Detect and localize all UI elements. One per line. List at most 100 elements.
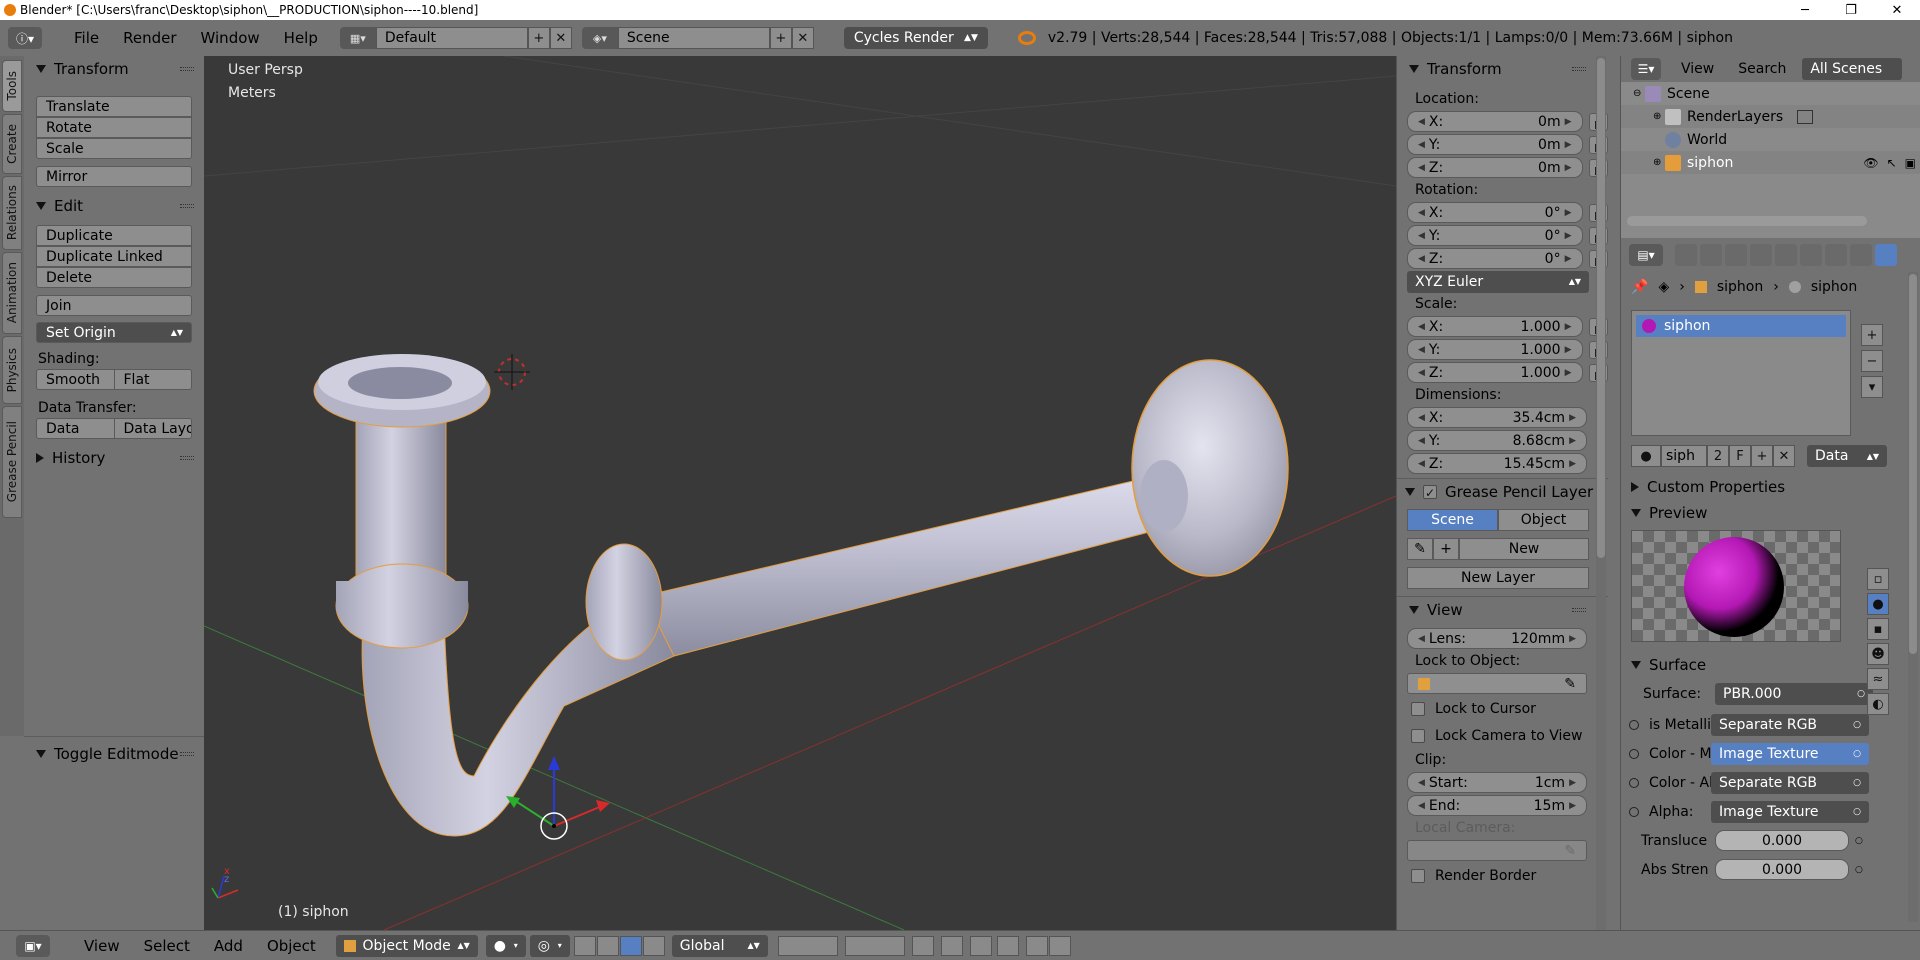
surface-panel-header[interactable]: Surface xyxy=(1621,652,1920,678)
edit-panel-header[interactable]: Edit xyxy=(24,193,204,219)
expand-socket-icon[interactable] xyxy=(1629,777,1639,788)
lock-camera-checkbox[interactable] xyxy=(1411,728,1425,743)
object-source-button[interactable]: Object xyxy=(1498,509,1589,531)
location-x-field[interactable]: ◀ X: 0m ▶ xyxy=(1407,111,1583,132)
pin-icon[interactable]: 📌 xyxy=(1631,279,1648,295)
world-tab-icon[interactable] xyxy=(1750,244,1772,266)
outliner-item-world[interactable]: World xyxy=(1621,128,1920,151)
scale-x-field[interactable]: ◀ X: 1.000 ▶ xyxy=(1407,316,1583,337)
lock-object-field[interactable]: ✎ xyxy=(1407,673,1587,694)
3d-cursor-icon[interactable] xyxy=(494,354,530,390)
fake-user-button[interactable]: F xyxy=(1729,445,1751,467)
clip-end-field[interactable]: ◀ End: 15m ▶ xyxy=(1407,795,1587,816)
preview-cube-icon[interactable]: ▪ xyxy=(1867,618,1889,640)
drag-grip-icon[interactable] xyxy=(180,752,194,756)
maximize-button[interactable]: ❐ xyxy=(1828,0,1874,20)
opengl-render-image-icon[interactable] xyxy=(1025,935,1048,956)
duplicate-linked-button[interactable]: Duplicate Linked xyxy=(36,246,192,267)
material-name-field[interactable]: siph xyxy=(1661,445,1707,467)
drag-grip-icon[interactable] xyxy=(1572,608,1586,612)
add-scene-button[interactable]: + xyxy=(769,27,792,49)
input-abs-strength-field[interactable]: 0.000 xyxy=(1715,859,1849,880)
input-color-ma-link[interactable]: Image Texture ○ xyxy=(1711,742,1869,765)
preview-world-icon[interactable]: ◐ xyxy=(1867,693,1889,715)
npanel-transform-header[interactable]: Transform xyxy=(1397,56,1608,82)
proportional-editing-icon[interactable] xyxy=(940,935,963,956)
location-z-field[interactable]: ◀ Z: 0m ▶ xyxy=(1407,157,1583,178)
input-metallic-link[interactable]: Separate RGB ○ xyxy=(1711,713,1869,736)
lens-field[interactable]: ◀ Lens: 120mm ▶ xyxy=(1407,628,1587,649)
render-layer-toggle-icon[interactable] xyxy=(1797,109,1814,124)
preview-header[interactable]: Preview xyxy=(1621,500,1920,526)
flat-button[interactable]: Flat xyxy=(115,370,192,389)
editor-type-3dview-icon[interactable]: ▣▾ xyxy=(16,934,50,957)
render-border-checkbox[interactable] xyxy=(1411,868,1425,883)
constraints-tab-icon[interactable] xyxy=(1800,244,1822,266)
expand-socket-icon[interactable] xyxy=(1629,748,1639,759)
unlink-material-button[interactable]: ✕ xyxy=(1773,445,1795,467)
3d-viewport[interactable]: User Persp Meters x z (1) siphon xyxy=(204,56,1396,930)
input-alpha-link[interactable]: Image Texture ○ xyxy=(1711,800,1869,823)
dimensions-z-field[interactable]: ◀ Z: 15.45cm ▶ xyxy=(1407,453,1587,474)
bottom-menu-object[interactable]: Object xyxy=(255,937,328,955)
material-tab-icon[interactable] xyxy=(1875,244,1897,266)
expand-icon[interactable]: ⊕ xyxy=(1653,157,1665,168)
transform-orientation-dropdown[interactable]: Global ▲▼ xyxy=(671,934,768,957)
selectable-arrow-icon[interactable]: ↖ xyxy=(1887,156,1897,170)
history-panel-header[interactable]: History xyxy=(24,445,204,471)
input-translucency-field[interactable]: 0.000 xyxy=(1715,830,1849,851)
render-tab-icon[interactable] xyxy=(1675,244,1697,266)
grease-pencil-enabled-checkbox[interactable] xyxy=(1423,485,1437,499)
eyedropper-icon[interactable]: ✎ xyxy=(1564,676,1576,692)
input-color-ab-link[interactable]: Separate RGB ○ xyxy=(1711,771,1869,794)
outliner-item-scene[interactable]: ⊖ Scene xyxy=(1621,82,1920,105)
bottom-menu-add[interactable]: Add xyxy=(202,937,255,955)
data-tab-icon[interactable] xyxy=(1850,244,1872,266)
outliner-item-siphon[interactable]: ⊕ siphon 👁 ↖ ▣ xyxy=(1621,151,1920,174)
add-layout-button[interactable]: + xyxy=(527,27,550,49)
scene-icon[interactable]: ◈▾ xyxy=(581,27,618,49)
render-border-row[interactable]: Render Border xyxy=(1397,862,1608,889)
screen-layout-selector[interactable]: ▦▾ Default + ✕ xyxy=(339,27,572,49)
surface-shader-dropdown[interactable]: PBR.000 ○ xyxy=(1715,683,1873,705)
menu-window[interactable]: Window xyxy=(189,29,272,47)
add-slot-button[interactable]: + xyxy=(1861,324,1883,346)
outliner-item-renderlayers[interactable]: ⊕ RenderLayers xyxy=(1621,105,1920,128)
set-origin-dropdown[interactable]: Set Origin ▲▼ xyxy=(36,322,192,343)
slot-specials-icon[interactable]: ▾ xyxy=(1861,376,1883,398)
scale-manipulator-icon[interactable] xyxy=(642,935,665,956)
tab-grease-pencil[interactable]: Grease Pencil xyxy=(2,406,22,518)
outliner-menu-search[interactable]: Search xyxy=(1726,61,1798,77)
scrollbar-thumb[interactable] xyxy=(1597,58,1605,558)
viewport-shading-dropdown[interactable]: ● ▾ xyxy=(485,934,526,957)
mirror-button[interactable]: Mirror xyxy=(36,166,192,187)
rotation-z-field[interactable]: ◀ Z: 0° ▶ xyxy=(1407,248,1583,269)
tab-tools[interactable]: Tools xyxy=(2,60,22,112)
rotation-y-field[interactable]: ◀ Y: 0° ▶ xyxy=(1407,225,1583,246)
transform-panel-header[interactable]: Transform xyxy=(24,56,204,82)
new-grease-pencil-button[interactable]: New xyxy=(1459,538,1589,560)
rotate-button[interactable]: Rotate xyxy=(36,117,192,138)
smooth-button[interactable]: Smooth xyxy=(37,370,115,389)
grease-pencil-layer-header[interactable]: Grease Pencil Layer xyxy=(1397,479,1608,505)
opengl-render-animation-icon[interactable] xyxy=(1048,935,1071,956)
scale-button[interactable]: Scale xyxy=(36,138,192,159)
remove-slot-button[interactable]: − xyxy=(1861,350,1883,372)
socket-dot-icon[interactable]: ○ xyxy=(1855,865,1863,875)
custom-properties-header[interactable]: Custom Properties xyxy=(1621,474,1920,500)
screen-layout-icon[interactable]: ▦▾ xyxy=(339,27,376,49)
expand-socket-icon[interactable] xyxy=(1629,806,1639,817)
tab-animation[interactable]: Animation xyxy=(2,252,22,334)
snap-toggle-icon[interactable] xyxy=(969,935,992,956)
scrollbar-thumb[interactable] xyxy=(1909,274,1917,654)
editor-type-outliner-icon[interactable]: ☰▾ xyxy=(1631,58,1661,80)
expand-icon[interactable]: ⊕ xyxy=(1653,111,1665,122)
bottom-menu-select[interactable]: Select xyxy=(132,937,202,955)
lock-layers-icon[interactable] xyxy=(911,935,934,956)
join-button[interactable]: Join xyxy=(36,295,192,316)
siphon-mesh[interactable] xyxy=(313,354,1289,837)
screen-layout-field[interactable]: Default xyxy=(375,27,528,49)
snap-element-icon[interactable] xyxy=(996,935,1019,956)
scene-tab-icon[interactable] xyxy=(1725,244,1747,266)
tab-create[interactable]: Create xyxy=(2,114,22,174)
